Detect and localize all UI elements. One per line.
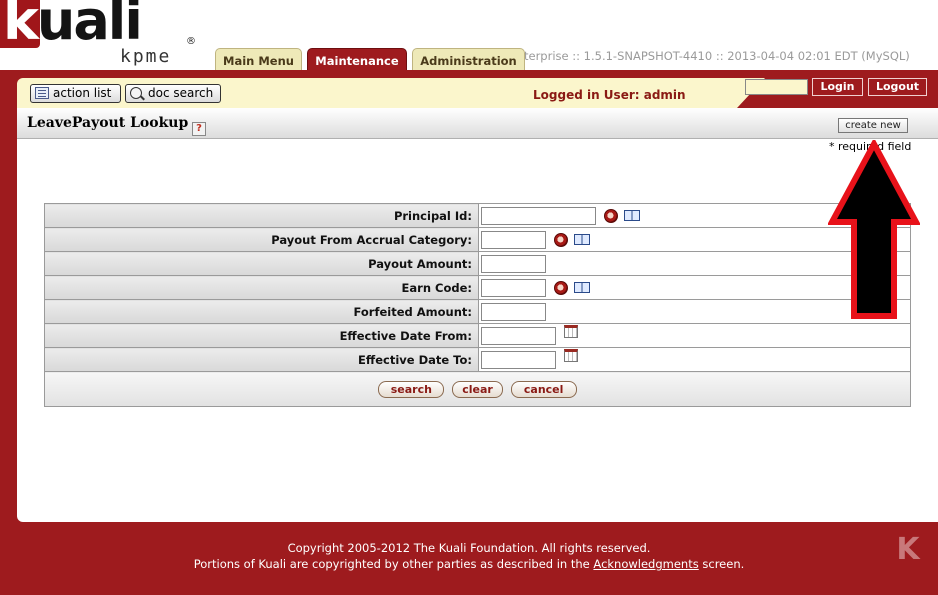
login-button[interactable]: Login (812, 78, 863, 96)
field-row-payout-amount: Payout Amount: (44, 251, 911, 276)
principal-id-input[interactable] (481, 206, 596, 225)
footer-copyright: Copyright 2005-2012 The Kuali Foundation… (287, 541, 651, 555)
footer: Copyright 2005-2012 The Kuali Foundation… (0, 540, 938, 572)
tab-main-menu[interactable]: Main Menu (215, 48, 302, 72)
inquiry-book-icon[interactable] (574, 234, 591, 245)
footer-portions: Portions of Kuali are copyrighted by oth… (0, 556, 938, 572)
lookup-magnifier-icon[interactable] (553, 232, 568, 247)
action-list-icon (35, 87, 49, 99)
logout-button[interactable]: Logout (868, 78, 927, 96)
doc-search-label: doc search (148, 86, 214, 100)
field-row-earn-code: Earn Code: (44, 275, 911, 300)
principal-id-label: Principal Id: (44, 203, 479, 228)
page-title: LeavePayout Lookup (27, 115, 189, 131)
lookup-magnifier-icon[interactable] (553, 280, 568, 295)
inquiry-book-icon[interactable] (574, 282, 591, 293)
effective-date-to-input[interactable] (481, 350, 556, 369)
action-buttons-row: search clear cancel (44, 371, 911, 407)
payout-amount-label: Payout Amount: (44, 251, 479, 276)
effective-date-to-label: Effective Date To: (44, 347, 479, 372)
create-new-button[interactable]: create new (838, 118, 908, 133)
logged-in-user: Logged in User: admin (533, 88, 686, 102)
payout-accrual-category-label: Payout From Accrual Category: (44, 227, 479, 252)
payout-accrual-category-input[interactable] (481, 230, 546, 249)
clear-button[interactable]: clear (452, 380, 503, 398)
forfeited-amount-label: Forfeited Amount: (44, 299, 479, 324)
logo-subtitle: kpme (120, 46, 172, 67)
logo-reg-mark: ® (186, 36, 196, 47)
earn-code-input[interactable] (481, 278, 546, 297)
main-content: LeavePayout Lookup ? create new * requir… (17, 108, 938, 522)
logo-wordmark: kuali (3, 0, 143, 52)
header: kuali ® kpme terprise :: 1.5.1-SNAPSHOT-… (0, 0, 938, 72)
field-row-effective-date-to: Effective Date To: (44, 347, 911, 372)
action-list-button[interactable]: action list (30, 84, 121, 103)
calendar-icon[interactable] (563, 324, 578, 338)
footer-portions-prefix: Portions of Kuali are copyrighted by oth… (193, 557, 590, 571)
earn-code-label: Earn Code: (44, 275, 479, 300)
tab-maintenance[interactable]: Maintenance (307, 48, 407, 72)
lookup-magnifier-icon[interactable] (603, 208, 618, 223)
search-button[interactable]: search (378, 380, 445, 398)
field-row-principal-id: Principal Id: (44, 203, 911, 228)
login-username-input[interactable] (745, 79, 808, 95)
doc-search-icon (130, 87, 142, 99)
forfeited-amount-input[interactable] (481, 302, 546, 321)
footer-kuali-k-icon: K (896, 532, 920, 567)
calendar-icon[interactable] (563, 348, 578, 362)
inquiry-book-icon[interactable] (624, 210, 641, 221)
title-bar: LeavePayout Lookup ? create new (17, 108, 938, 139)
annotation-up-arrow-icon (828, 140, 920, 319)
tab-administration[interactable]: Administration (412, 48, 525, 72)
effective-date-from-input[interactable] (481, 326, 556, 345)
field-row-forfeited-amount: Forfeited Amount: (44, 299, 911, 324)
action-list-label: action list (53, 86, 112, 100)
payout-amount-input[interactable] (481, 254, 546, 273)
version-info: terprise :: 1.5.1-SNAPSHOT-4410 :: 2013-… (524, 49, 910, 63)
acknowledgments-link[interactable]: Acknowledgments (593, 557, 698, 571)
cancel-button[interactable]: cancel (510, 380, 577, 398)
doc-search-button[interactable]: doc search (125, 84, 221, 103)
help-icon[interactable]: ? (192, 122, 206, 136)
field-row-payout-accrual-category: Payout From Accrual Category: (44, 227, 911, 252)
effective-date-from-label: Effective Date From: (44, 323, 479, 348)
field-row-effective-date-from: Effective Date From: (44, 323, 911, 348)
lookup-criteria-table: Principal Id: Payout From Accrual Catego… (44, 203, 911, 407)
footer-portions-suffix: screen. (702, 557, 745, 571)
kuali-logo: kuali ® kpme (0, 0, 200, 70)
